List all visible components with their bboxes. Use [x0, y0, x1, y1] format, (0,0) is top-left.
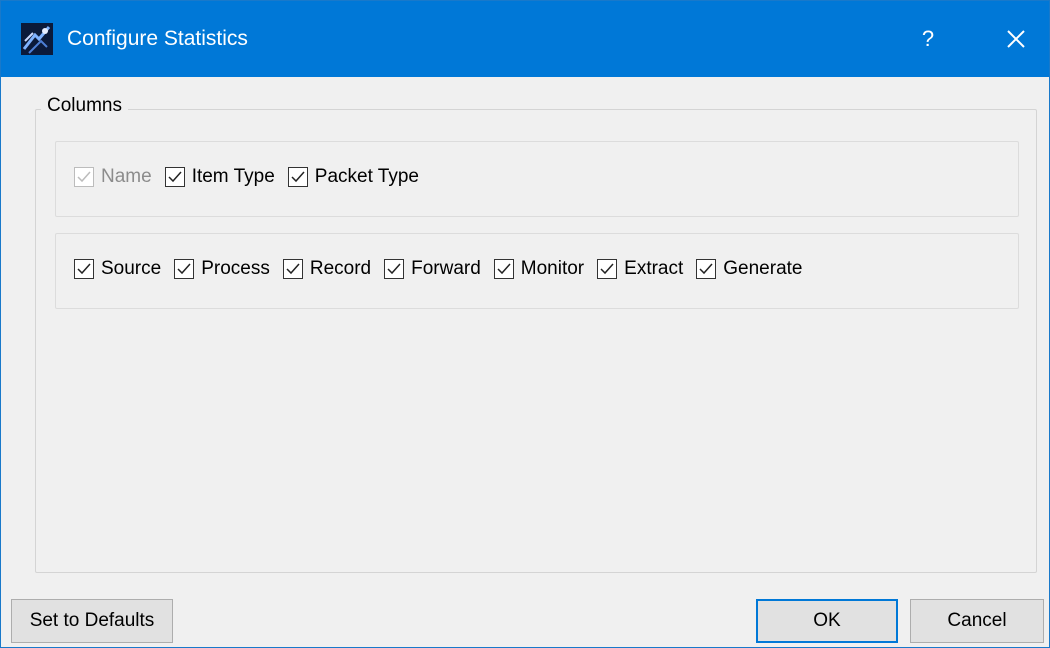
- checkbox-box: [74, 259, 94, 279]
- extract-checkbox-label: Extract: [624, 258, 684, 279]
- packet-type-checkbox-label: Packet Type: [314, 166, 419, 187]
- checkbox-box: [164, 167, 185, 187]
- source-checkbox-label: Source: [101, 258, 162, 279]
- extract-checkbox[interactable]: Extract: [597, 258, 683, 280]
- checkbox-box: [384, 259, 405, 279]
- dialog-title: Configure Statistics: [67, 27, 248, 50]
- title-bar: Configure Statistics ?: [1, 1, 1049, 77]
- generate-checkbox-label: Generate: [723, 258, 803, 279]
- checkbox-box: [74, 167, 94, 187]
- forward-checkbox-label: Forward: [411, 258, 481, 279]
- checkbox-box: [696, 259, 717, 279]
- checkbox-box: [282, 259, 303, 279]
- packet-type-checkbox[interactable]: Packet Type: [287, 166, 419, 188]
- generate-checkbox[interactable]: Generate: [696, 258, 803, 280]
- columns-group-title: Columns: [41, 95, 128, 117]
- cancel-button[interactable]: Cancel: [910, 599, 1044, 643]
- monitor-checkbox-label: Monitor: [520, 258, 585, 279]
- record-checkbox-label: Record: [309, 258, 372, 279]
- item-type-checkbox-label: Item Type: [191, 166, 275, 187]
- close-icon[interactable]: [993, 15, 1039, 63]
- record-checkbox[interactable]: Record: [282, 258, 372, 280]
- process-checkbox[interactable]: Process: [174, 258, 270, 280]
- action-columns-frame: Source Process Record Forward Monitor Ex…: [55, 233, 1019, 309]
- basic-columns-frame: Name Item Type Packet Type: [55, 141, 1019, 217]
- process-checkbox-label: Process: [201, 258, 270, 279]
- forward-checkbox[interactable]: Forward: [384, 258, 481, 280]
- set-to-defaults-button[interactable]: Set to Defaults: [11, 599, 173, 643]
- ok-button[interactable]: OK: [756, 599, 898, 643]
- monitor-checkbox[interactable]: Monitor: [493, 258, 585, 280]
- checkbox-box: [287, 167, 308, 187]
- name-checkbox-label: Name: [101, 166, 152, 187]
- source-checkbox[interactable]: Source: [74, 258, 161, 280]
- checkbox-box: [597, 259, 618, 279]
- configure-statistics-dialog: Configure Statistics ? Columns Name Item…: [0, 0, 1050, 648]
- app-logo-icon: [21, 23, 53, 55]
- help-button[interactable]: ?: [905, 15, 951, 63]
- item-type-checkbox[interactable]: Item Type: [164, 166, 275, 188]
- checkbox-box: [493, 259, 514, 279]
- checkbox-box: [174, 259, 195, 279]
- name-checkbox[interactable]: Name: [74, 166, 152, 188]
